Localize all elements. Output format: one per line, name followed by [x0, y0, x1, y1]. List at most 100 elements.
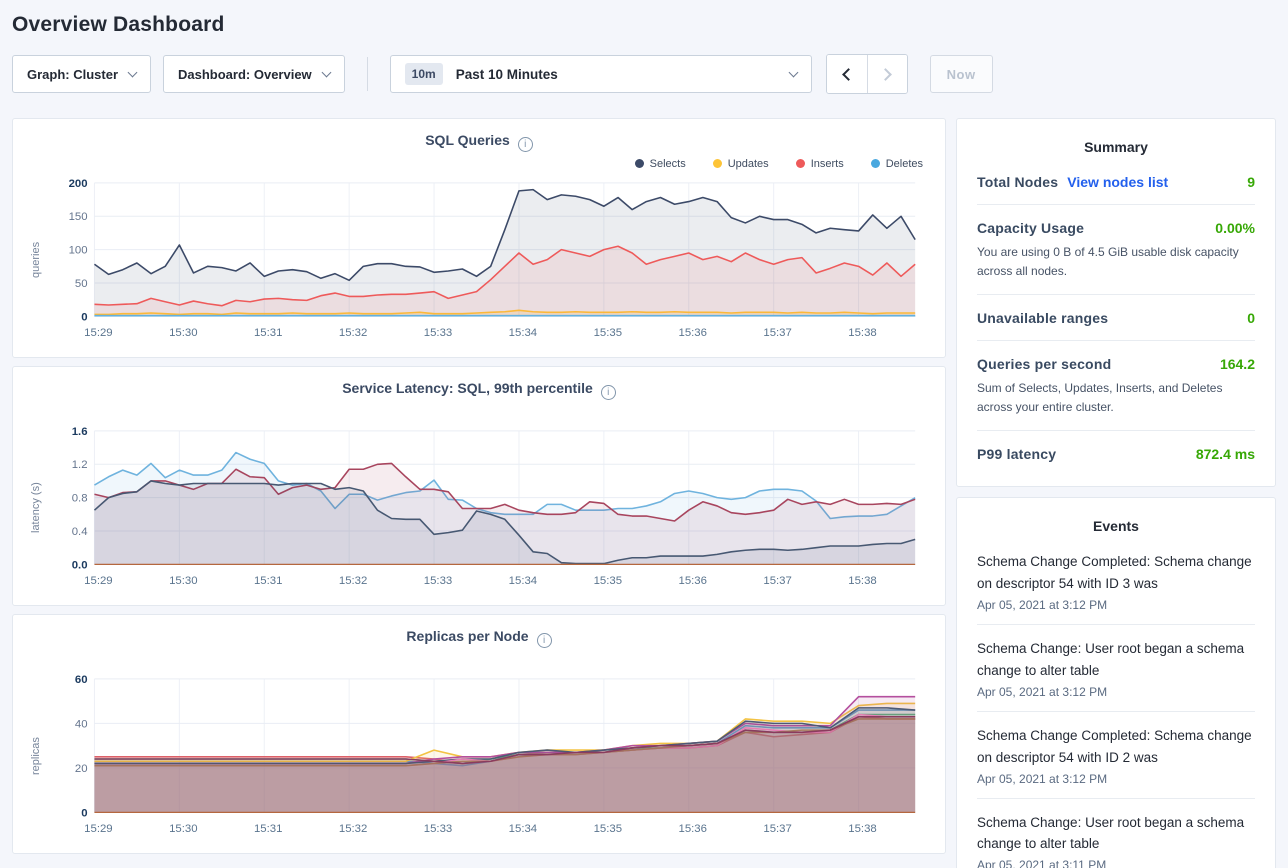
svg-text:15:34: 15:34: [509, 575, 537, 587]
summary-row: Unavailable ranges 0: [977, 295, 1255, 341]
legend-label: Inserts: [811, 158, 844, 170]
event-timestamp: Apr 05, 2021 at 3:12 PM: [977, 598, 1255, 612]
legend-item-deletes[interactable]: Deletes: [871, 158, 923, 170]
chevron-down-icon: [788, 67, 798, 77]
svg-text:0.0: 0.0: [72, 559, 88, 571]
graph-dropdown-label: Graph: Cluster: [27, 67, 118, 82]
info-icon[interactable]: i: [601, 385, 616, 400]
svg-text:15:35: 15:35: [594, 823, 622, 835]
svg-text:15:38: 15:38: [848, 575, 876, 587]
charts-column: SQL Queriesi Selects Updates Inserts Delete…: [12, 118, 946, 854]
toolbar: Graph: Cluster Dashboard: Overview 10m P…: [12, 54, 1276, 94]
info-icon[interactable]: i: [518, 137, 533, 152]
view-nodes-list-link[interactable]: View nodes list: [1067, 174, 1168, 190]
chart-body: latency (s) 15:2915:3015:3115:3215:3315:…: [27, 421, 931, 595]
event-timestamp: Apr 05, 2021 at 3:11 PM: [977, 858, 1255, 868]
svg-text:15:29: 15:29: [84, 823, 112, 835]
event-text: Schema Change: User root began a schema …: [977, 812, 1255, 856]
svg-text:0.8: 0.8: [72, 493, 88, 505]
summary-metric-label: Unavailable ranges: [977, 310, 1108, 326]
time-forward-button[interactable]: [867, 55, 907, 93]
summary-metric-description: You are using 0 B of 4.5 GiB usable disk…: [977, 243, 1255, 280]
summary-row: Queries per second164.2Sum of Selects, U…: [977, 341, 1255, 431]
graph-dropdown[interactable]: Graph: Cluster: [12, 55, 151, 93]
legend-label: Deletes: [886, 158, 923, 170]
time-range-selector[interactable]: 10m Past 10 Minutes: [390, 55, 812, 93]
sql-queries-chart[interactable]: 15:2915:3015:3115:3215:3315:3415:3515:36…: [45, 173, 931, 347]
summary-metric-label: Total Nodes: [977, 174, 1058, 190]
event-text: Schema Change Completed: Schema change o…: [977, 725, 1255, 769]
time-back-button[interactable]: [827, 55, 867, 93]
legend-item-selects[interactable]: Selects: [635, 158, 686, 170]
legend-label: Selects: [650, 158, 686, 170]
summary-metric-label: P99 latency: [977, 446, 1056, 462]
svg-text:15:30: 15:30: [169, 575, 197, 587]
svg-text:15:35: 15:35: [594, 327, 622, 339]
dashboard-dropdown[interactable]: Dashboard: Overview: [163, 55, 345, 93]
svg-text:15:30: 15:30: [169, 823, 197, 835]
svg-text:0.4: 0.4: [72, 526, 88, 538]
svg-text:40: 40: [75, 718, 88, 730]
svg-text:200: 200: [69, 178, 88, 190]
chart-title: SQL Queriesi: [27, 132, 931, 152]
svg-text:15:30: 15:30: [169, 327, 197, 339]
svg-text:15:29: 15:29: [84, 575, 112, 587]
content: SQL Queriesi Selects Updates Inserts Delete…: [12, 118, 1276, 868]
svg-text:15:34: 15:34: [509, 327, 537, 339]
event-item: Schema Change: User root began a schema …: [977, 625, 1255, 712]
chart-title: Service Latency: SQL, 99th percentilei: [27, 380, 931, 400]
svg-text:15:34: 15:34: [509, 823, 537, 835]
svg-text:15:37: 15:37: [763, 823, 791, 835]
svg-text:0: 0: [81, 311, 87, 323]
summary-metric-value: 0.00%: [1215, 220, 1255, 236]
events-title: Events: [977, 518, 1255, 534]
legend-dot-icon: [796, 159, 805, 168]
chevron-down-icon: [128, 67, 138, 77]
y-axis-label: latency (s): [27, 433, 45, 583]
replicas-per-node-chart[interactable]: 15:2915:3015:3115:3215:3315:3415:3515:36…: [45, 669, 931, 843]
svg-text:15:31: 15:31: [254, 327, 282, 339]
svg-text:15:37: 15:37: [763, 327, 791, 339]
summary-row: Total Nodes View nodes list 9: [977, 159, 1255, 205]
svg-text:15:36: 15:36: [678, 575, 706, 587]
overview-dashboard-page: Overview Dashboard Graph: Cluster Dashbo…: [0, 0, 1288, 868]
summary-panel: Summary Total NodesView nodes list9Capac…: [956, 118, 1276, 487]
legend-dot-icon: [713, 159, 722, 168]
svg-text:0: 0: [81, 807, 87, 819]
summary-metric-label: Queries per second: [977, 356, 1111, 372]
svg-text:20: 20: [75, 763, 88, 775]
chart-title: Replicas per Nodei: [27, 628, 931, 648]
svg-text:15:36: 15:36: [678, 327, 706, 339]
svg-text:60: 60: [75, 674, 88, 686]
svg-text:15:33: 15:33: [424, 327, 452, 339]
summary-metric-value: 0: [1247, 310, 1255, 326]
svg-text:15:31: 15:31: [254, 575, 282, 587]
chart-body: replicas 15:2915:3015:3115:3215:3315:341…: [27, 669, 931, 843]
chevron-left-icon: [842, 68, 855, 81]
page-title: Overview Dashboard: [12, 0, 1276, 37]
summary-metric-value: 872.4 ms: [1196, 446, 1255, 462]
time-nav-group: [826, 54, 908, 94]
legend-item-inserts[interactable]: Inserts: [796, 158, 844, 170]
summary-metric-value: 164.2: [1220, 356, 1255, 372]
chart-legend: [27, 402, 931, 421]
summary-title: Summary: [977, 139, 1255, 155]
time-range-label: Past 10 Minutes: [456, 67, 558, 82]
summary-metric-value: 9: [1247, 174, 1255, 190]
now-button[interactable]: Now: [930, 55, 993, 93]
chart-card-replicas-per-node: Replicas per Nodei replicas 15:2915:3015…: [12, 614, 946, 854]
sidebar: Summary Total NodesView nodes list9Capac…: [956, 118, 1276, 868]
legend-dot-icon: [635, 159, 644, 168]
summary-rows: Total NodesView nodes list9Capacity Usag…: [977, 159, 1255, 476]
chevron-down-icon: [321, 67, 331, 77]
legend-label: Updates: [728, 158, 769, 170]
event-list: Schema Change Completed: Schema change o…: [977, 538, 1255, 868]
chart-card-sql-queries: SQL Queriesi Selects Updates Inserts Delete…: [12, 118, 946, 358]
info-icon[interactable]: i: [537, 633, 552, 648]
service-latency-chart[interactable]: 15:2915:3015:3115:3215:3315:3415:3515:36…: [45, 421, 931, 595]
event-timestamp: Apr 05, 2021 at 3:12 PM: [977, 685, 1255, 699]
toolbar-divider: [367, 57, 368, 91]
svg-text:15:32: 15:32: [339, 823, 367, 835]
svg-text:1.2: 1.2: [72, 459, 88, 471]
legend-item-updates[interactable]: Updates: [713, 158, 769, 170]
